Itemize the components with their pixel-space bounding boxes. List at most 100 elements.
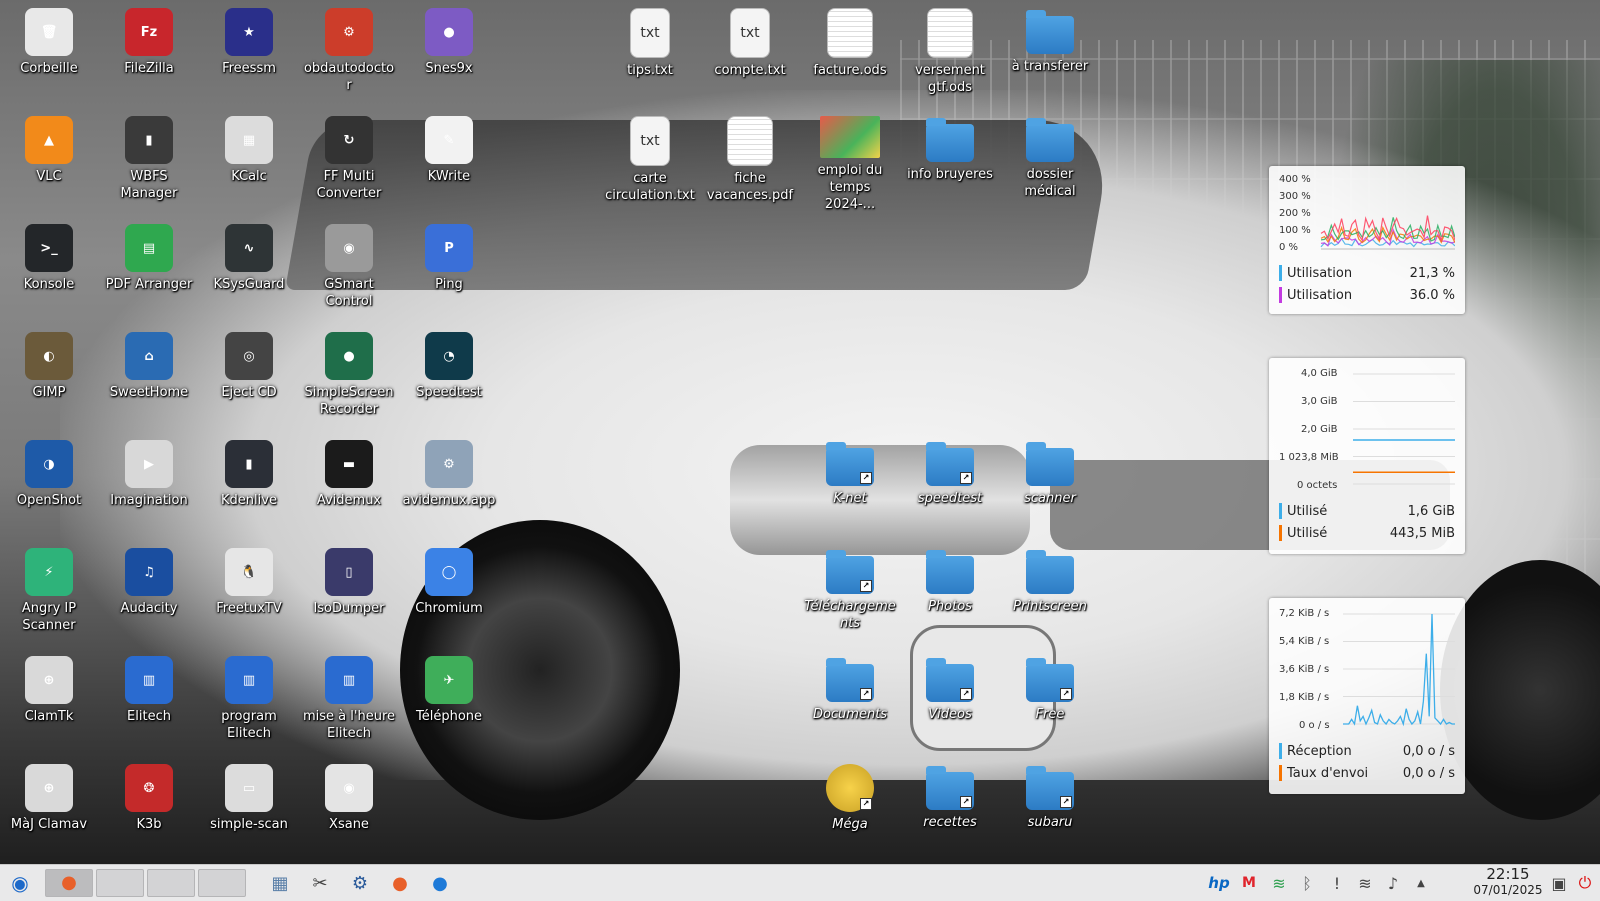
series-color-swatch	[1279, 765, 1282, 781]
hp-icon[interactable]: hp	[1206, 865, 1232, 901]
desktop-icon-telechargements[interactable]: ↗ Téléchargements	[801, 540, 899, 632]
desktop-icon-ejectcd[interactable]: ◎ Eject CD	[200, 324, 298, 401]
desktop-icon-simplescreen[interactable]: ● SimpleScreen Recorder	[300, 324, 398, 418]
desktop-icon-gsmart[interactable]: ◉ GSmart Control	[300, 216, 398, 310]
lock-screen-icon[interactable]: ▣	[1548, 865, 1570, 901]
desktop-icon-documents[interactable]: ↗ Documents	[801, 648, 899, 723]
desktop-icon-isodumper[interactable]: ▯ IsoDumper	[300, 540, 398, 617]
desktop-icon-knet[interactable]: ↗ K-net	[801, 432, 899, 507]
desktop-icon-konsole[interactable]: >_ Konsole	[0, 216, 98, 293]
desktop-icon-kdenlive[interactable]: ▮ Kdenlive	[200, 432, 298, 509]
desktop-icon-scanner[interactable]: scanner	[1001, 432, 1099, 507]
desktop-icon-kcalc[interactable]: ▦ KCalc	[200, 108, 298, 185]
desktop-icon-corbeille[interactable]: 🗑 Corbeille	[0, 0, 98, 77]
bluetooth-icon[interactable]: ᛒ	[1294, 865, 1320, 901]
desktop-icon-majclamav[interactable]: ⊕ MàJ Clamav	[0, 756, 98, 833]
desktop-icon-freessm[interactable]: ★ Freessm	[200, 0, 298, 77]
task-3[interactable]	[147, 869, 195, 897]
desktop-icon-gimp[interactable]: ◐ GIMP	[0, 324, 98, 401]
desktop-icon-ffmulti[interactable]: ↻ FF Multi Converter	[300, 108, 398, 202]
desktop-icon-vlc[interactable]: ▲ VLC	[0, 108, 98, 185]
wifi-icon[interactable]: ≋	[1266, 865, 1292, 901]
desktop-icon-fiche[interactable]: fiche vacances.pdf	[701, 108, 799, 204]
pdf-file-icon	[727, 116, 773, 166]
desktop-icon-emploi[interactable]: emploi du temps 2024-...	[801, 108, 899, 213]
desktop-icon-chromium[interactable]: ◯ Chromium	[400, 540, 498, 617]
desktop-icon-programelitech[interactable]: ▥ program Elitech	[200, 648, 298, 742]
tools-launcher[interactable]: ✂	[300, 869, 340, 897]
desktop-icon-miseheure[interactable]: ▥ mise à l'heure Elitech	[300, 648, 398, 742]
desktop-icon-printscreen[interactable]: Printscreen	[1001, 540, 1099, 615]
desktop-icon-compte[interactable]: txt compte.txt	[701, 0, 799, 79]
desktop-icon-clamtk[interactable]: ⊕ ClamTk	[0, 648, 98, 725]
desktop-icon-obdautodoctor[interactable]: ⚙ obdautodoctor	[300, 0, 398, 94]
desktop-icon-openshot[interactable]: ◑ OpenShot	[0, 432, 98, 509]
kde-launcher-icon[interactable]: ◉	[0, 869, 40, 897]
mega-icon[interactable]: M	[1236, 865, 1262, 901]
desktop-icon-avidemux[interactable]: ▬ Avidemux	[300, 432, 398, 509]
desktop-icon-videos[interactable]: ↗ Videos	[901, 648, 999, 723]
memory-monitor-widget[interactable]: 4,0 GiB 3,0 GiB 2,0 GiB 1 023,8 MiB 0 oc…	[1269, 358, 1465, 554]
power-icon[interactable]: ⏻	[1574, 865, 1596, 901]
desktop-icon-elitech[interactable]: ▥ Elitech	[100, 648, 198, 725]
desktop-icon-simplescan[interactable]: ▭ simple-scan	[200, 756, 298, 833]
desktop-icon-label: dossier médical	[1024, 167, 1076, 199]
desktop-icon-speedtest[interactable]: ◔ Speedtest	[400, 324, 498, 401]
chevron-up-icon[interactable]: ▲	[1408, 865, 1434, 901]
desktop-icon-carte[interactable]: txt carte circulation.txt	[601, 108, 699, 204]
desktop-icon-recettes[interactable]: ↗ recettes	[901, 756, 999, 831]
desktop-icon-freetuxtv[interactable]: 🐧 FreetuxTV	[200, 540, 298, 617]
firefox-task[interactable]: ●	[45, 869, 93, 897]
desktop-icon-wbfs[interactable]: ▮ WBFS Manager	[100, 108, 198, 202]
desktop-icon-speedtestf[interactable]: ↗ speedtest	[901, 432, 999, 507]
desktop-icon-label: facture.ods	[813, 63, 887, 78]
desktop-icon-photos[interactable]: Photos	[901, 540, 999, 615]
desktop-icon-snes9x[interactable]: ● Snes9x	[400, 0, 498, 77]
desktop-icon-subaru[interactable]: ↗ subaru	[1001, 756, 1099, 831]
settings-launcher[interactable]: ⚙	[340, 869, 380, 897]
desktop-icon-pdfarranger[interactable]: ▤ PDF Arranger	[100, 216, 198, 293]
desktop-icon-avidemuxapp[interactable]: ⚙ avidemux.app	[400, 432, 498, 509]
digital-clock[interactable]: 22:15 07/01/2025	[1468, 866, 1548, 898]
desktop-icon-angryip[interactable]: ⚡ Angry IP Scanner	[0, 540, 98, 634]
desktop-icon-facture[interactable]: facture.ods	[801, 0, 899, 79]
task-4[interactable]	[198, 869, 246, 897]
desktop-icon-label: carte circulation.txt	[605, 171, 695, 203]
volume-icon[interactable]: ♪	[1380, 865, 1406, 901]
desktop-icon-ping[interactable]: P Ping	[400, 216, 498, 293]
desktop-icon-free[interactable]: ↗ Free	[1001, 648, 1099, 723]
pdf-arranger-icon: ▤	[125, 224, 173, 272]
calculator-launcher[interactable]: ▦	[260, 869, 300, 897]
desktop-icon-versement[interactable]: versement gtf.ods	[901, 0, 999, 96]
device-icon: ▥	[325, 656, 373, 704]
task-2[interactable]	[96, 869, 144, 897]
cpu-monitor-widget[interactable]: 400 % 300 % 200 % 100 % 0 % Utilisation 2…	[1269, 166, 1465, 314]
mega-folder-icon: ↗	[826, 764, 874, 812]
notification-icon[interactable]: !	[1324, 865, 1350, 901]
desktop-icon-label: Snes9x	[425, 61, 473, 76]
desktop-icon-ksysguard[interactable]: ∿ KSysGuard	[200, 216, 298, 293]
desktop-icon-xsane[interactable]: ◉ Xsane	[300, 756, 398, 833]
text-file-icon: txt	[630, 8, 670, 58]
calculator-icon: ▦	[271, 872, 289, 894]
desktop-icon-k3b[interactable]: ❂ K3b	[100, 756, 198, 833]
network-icon[interactable]: ≋	[1352, 865, 1378, 901]
thunderbird-launcher[interactable]: ●	[420, 869, 460, 897]
desktop-icon-dossiermedical[interactable]: dossier médical	[1001, 108, 1099, 200]
desktop-icon-filezilla[interactable]: Fz FileZilla	[100, 0, 198, 77]
desktop-icon-label: obdautodoctor	[303, 61, 395, 93]
network-monitor-widget[interactable]: 7,2 KiB / s 5,4 KiB / s 3,6 KiB / s 1,8 …	[1269, 598, 1465, 794]
desktop-icon-kwrite[interactable]: ✎ KWrite	[400, 108, 498, 185]
desktop-icon-imagination[interactable]: ▶ Imagination	[100, 432, 198, 509]
desktop-icon-label: PDF Arranger	[105, 277, 193, 292]
desktop-icon-infobruyeres[interactable]: info bruyeres	[901, 108, 999, 183]
desktop-icon-atransferer[interactable]: à transferer	[1001, 0, 1099, 75]
desktop-icon-audacity[interactable]: ♫ Audacity	[100, 540, 198, 617]
desktop-icon-sweethome[interactable]: ⌂ SweetHome	[100, 324, 198, 401]
desktop-icon-telephone[interactable]: ✈ Téléphone	[400, 648, 498, 725]
desktop-icon-mega[interactable]: ↗ Méga	[801, 756, 899, 833]
freessm-icon: ★	[225, 8, 273, 56]
network-row-label: Taux d'envoi	[1287, 765, 1369, 781]
firefox-launcher[interactable]: ●	[380, 869, 420, 897]
desktop-icon-tips[interactable]: txt tips.txt	[601, 0, 699, 79]
